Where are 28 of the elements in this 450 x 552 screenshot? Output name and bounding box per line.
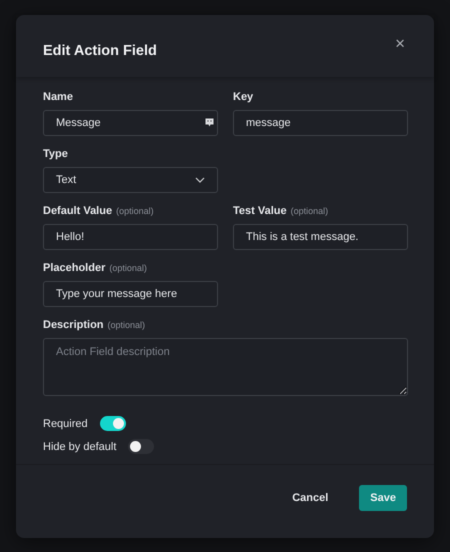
toggle-label: Required <box>43 418 88 430</box>
optional-hint: (optional) <box>290 206 328 216</box>
save-button[interactable]: Save <box>359 484 407 510</box>
chat-icon[interactable] <box>205 118 214 127</box>
input-field[interactable]: message <box>233 110 408 136</box>
type-dropdown[interactable]: Text <box>43 167 218 193</box>
chevron-down-icon <box>195 177 205 183</box>
field-label: Test Value <box>233 205 287 217</box>
field-label: Description <box>43 319 104 331</box>
optional-hint: (optional) <box>116 206 154 216</box>
toggle-switch[interactable] <box>128 439 154 454</box>
toggle-label: Hide by default <box>43 440 116 452</box>
close-button[interactable]: × <box>393 34 407 54</box>
field-label: Name <box>43 91 73 103</box>
optional-hint: (optional) <box>109 263 147 273</box>
input-field[interactable]: Hello! <box>43 224 218 250</box>
input-field[interactable]: Type your message here <box>43 281 218 307</box>
field-label: Type <box>43 148 68 160</box>
dialog-title: Edit Action Field <box>43 43 157 59</box>
cancel-button[interactable]: Cancel <box>281 484 340 510</box>
input-field[interactable]: Message <box>43 110 218 136</box>
field-label: Key <box>233 91 254 103</box>
field-label: Placeholder <box>43 262 106 274</box>
optional-hint: (optional) <box>108 320 146 330</box>
input-field[interactable]: This is a test message. <box>233 224 408 250</box>
description-field[interactable]: Action Field description <box>43 338 408 396</box>
field-label: Default Value <box>43 205 112 217</box>
toggle-switch[interactable] <box>100 416 126 431</box>
